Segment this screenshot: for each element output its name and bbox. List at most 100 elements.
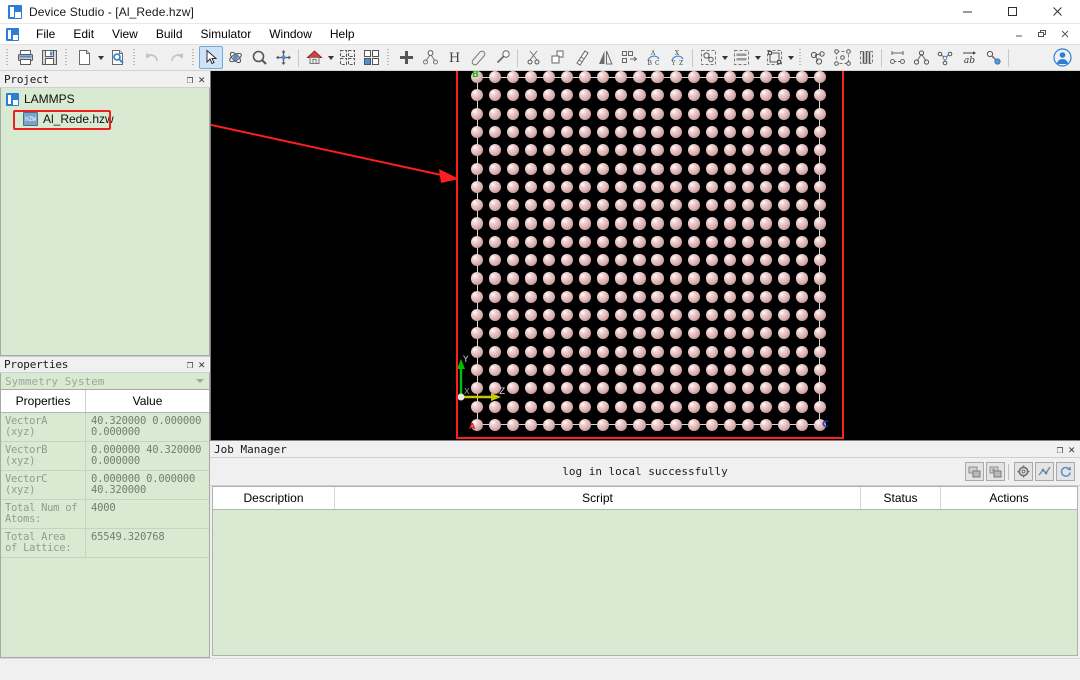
cut-icon[interactable] <box>521 46 545 69</box>
new-file-dropdown-arrow[interactable] <box>96 46 105 69</box>
property-value: 4000 <box>91 502 116 514</box>
atom <box>687 235 700 248</box>
cluster-icon[interactable] <box>696 46 720 69</box>
open-file-icon[interactable] <box>105 46 129 69</box>
maximize-button[interactable] <box>990 0 1035 24</box>
redo-icon[interactable] <box>164 46 188 69</box>
close-button[interactable] <box>1035 0 1080 24</box>
menu-simulator[interactable]: Simulator <box>192 25 261 43</box>
mdi-close-button[interactable] <box>1054 26 1076 43</box>
minimize-button[interactable] <box>945 0 990 24</box>
table-row[interactable]: Total Area of Lattice: 65549.320768 <box>1 529 209 558</box>
layout-view-icon[interactable] <box>359 46 383 69</box>
menu-window[interactable]: Window <box>260 25 321 43</box>
toolbar-grip[interactable] <box>5 48 10 67</box>
toolbar-grip-6[interactable] <box>798 48 803 67</box>
menu-build[interactable]: Build <box>147 25 192 43</box>
undo-icon[interactable] <box>140 46 164 69</box>
menu-help[interactable]: Help <box>321 25 364 43</box>
measure-icon[interactable] <box>569 46 593 69</box>
select-arrow-icon[interactable] <box>199 46 223 69</box>
settings-gear-icon[interactable] <box>1014 462 1033 481</box>
float-icon[interactable]: ❐ <box>1057 444 1064 455</box>
transform-icon[interactable] <box>617 46 641 69</box>
plot-icon[interactable] <box>1035 462 1054 481</box>
atom <box>705 107 718 120</box>
table-row[interactable]: VectorA (xyz) 40.320000 0.000000 0.00000… <box>1 413 209 442</box>
xyz-rotate-icon[interactable]: X Y Z <box>665 46 689 69</box>
slab-dropdown-arrow[interactable] <box>753 46 762 69</box>
dropper-icon[interactable] <box>490 46 514 69</box>
close-icon[interactable]: ✕ <box>1068 444 1075 455</box>
float-icon[interactable]: ❐ <box>187 359 194 370</box>
user-account-icon[interactable] <box>1050 46 1074 69</box>
dihedral-icon[interactable] <box>933 46 957 69</box>
home-view-icon[interactable] <box>302 46 326 69</box>
project-tree[interactable]: LAMMPS HZW Al_Rede.hzw <box>0 88 210 356</box>
supercell-icon[interactable] <box>762 46 786 69</box>
atom <box>507 217 520 230</box>
tree-item-al-rede[interactable]: HZW Al_Rede.hzw <box>1 110 209 128</box>
atom <box>669 180 682 193</box>
atom <box>705 254 718 267</box>
mirror-icon[interactable] <box>593 46 617 69</box>
job-column-script[interactable]: Script <box>335 487 861 509</box>
crystal-icon[interactable] <box>830 46 854 69</box>
new-file-icon[interactable] <box>72 46 96 69</box>
cell-label-b: B <box>472 71 479 80</box>
toolbar-grip-5[interactable] <box>386 48 391 67</box>
label-ab-icon[interactable]: ab <box>957 46 981 69</box>
structure-viewport[interactable]: B C A Y Z X <box>210 71 1080 440</box>
refresh-icon[interactable] <box>1056 462 1075 481</box>
menu-view[interactable]: View <box>103 25 147 43</box>
add-atom-icon[interactable] <box>394 46 418 69</box>
table-row[interactable]: VectorC (xyz) 0.000000 0.000000 40.32000… <box>1 471 209 500</box>
close-icon[interactable]: ✕ <box>198 74 205 85</box>
main-area: Project ❐ ✕ LAMMPS HZW Al_Rede.hzw Prope… <box>0 71 1080 658</box>
atom <box>651 199 664 212</box>
atom <box>813 272 827 285</box>
eraser-icon[interactable] <box>466 46 490 69</box>
job-table-body[interactable] <box>213 510 1077 655</box>
menu-file[interactable]: File <box>27 25 64 43</box>
rotate-icon[interactable] <box>223 46 247 69</box>
toolbar-grip-2[interactable] <box>64 48 69 67</box>
remote-job-icon[interactable] <box>986 462 1005 481</box>
table-row[interactable]: Total Num of Atoms: 4000 <box>1 500 209 529</box>
fit-view-icon[interactable] <box>335 46 359 69</box>
print-icon[interactable] <box>13 46 37 69</box>
home-view-dropdown-arrow[interactable] <box>326 46 335 69</box>
copy-icon[interactable] <box>545 46 569 69</box>
angle-icon[interactable] <box>909 46 933 69</box>
job-column-actions[interactable]: Actions <box>941 487 1077 509</box>
atom <box>741 272 754 285</box>
supercell-dropdown-arrow[interactable] <box>786 46 795 69</box>
add-bond-icon[interactable] <box>418 46 442 69</box>
job-column-description[interactable]: Description <box>213 487 335 509</box>
symmetry-system-select[interactable]: Symmetry System <box>0 373 210 390</box>
toolbar-grip-3[interactable] <box>132 48 137 67</box>
float-icon[interactable]: ❐ <box>187 74 194 85</box>
mdi-minimize-button[interactable] <box>1008 26 1030 43</box>
molecule-icon[interactable] <box>806 46 830 69</box>
local-job-icon[interactable] <box>965 462 984 481</box>
atom <box>741 235 754 248</box>
abc-rotate-icon[interactable]: A B C <box>641 46 665 69</box>
nanotube-icon[interactable] <box>854 46 878 69</box>
slab-icon[interactable] <box>729 46 753 69</box>
cluster-dropdown-arrow[interactable] <box>720 46 729 69</box>
table-row[interactable]: VectorB (xyz) 0.000000 40.320000 0.00000… <box>1 442 209 471</box>
pan-icon[interactable] <box>271 46 295 69</box>
atom <box>795 418 808 432</box>
toolbar-grip-4[interactable] <box>191 48 196 67</box>
save-icon[interactable] <box>37 46 61 69</box>
close-icon[interactable]: ✕ <box>198 359 205 370</box>
hydrogen-icon[interactable]: H <box>442 46 466 69</box>
job-column-status[interactable]: Status <box>861 487 941 509</box>
menu-edit[interactable]: Edit <box>64 25 103 43</box>
distance-icon[interactable] <box>885 46 909 69</box>
mdi-restore-button[interactable] <box>1031 26 1053 43</box>
bond-length-icon[interactable] <box>981 46 1005 69</box>
zoom-icon[interactable] <box>247 46 271 69</box>
tree-item-lammps[interactable]: LAMMPS <box>1 90 209 108</box>
